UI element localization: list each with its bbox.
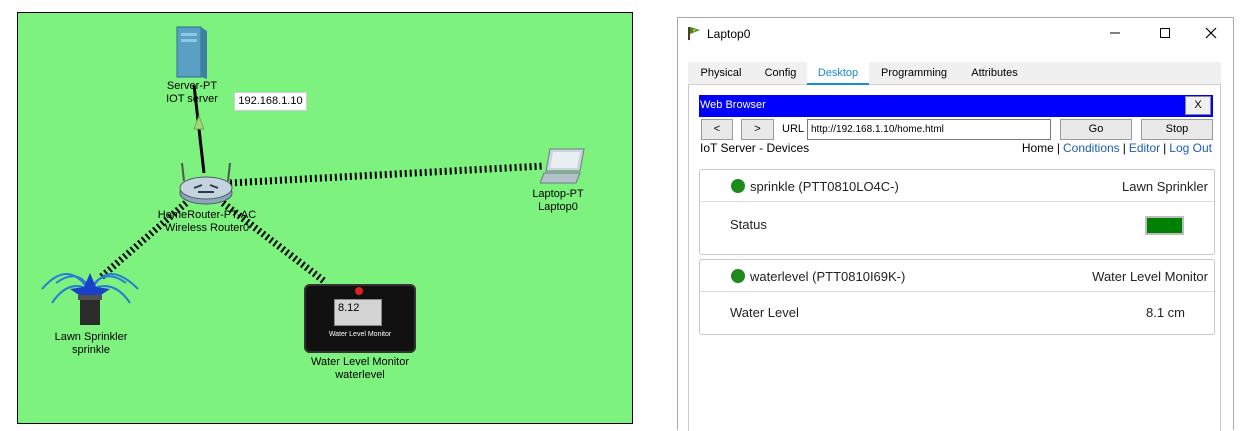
- router-label: HomeRouter-PT-AC Wireless Router0: [157, 209, 257, 234]
- page-nav: Home | Conditions | Editor | Log Out: [1021, 141, 1212, 155]
- tab-desktop[interactable]: Desktop: [807, 62, 869, 86]
- tab-physical[interactable]: Physical: [688, 62, 754, 85]
- laptop-label: Laptop-PT Laptop0: [532, 188, 584, 213]
- nav-logout-link[interactable]: Log Out: [1169, 141, 1212, 155]
- back-button[interactable]: <: [701, 119, 733, 140]
- device-type: Lawn Sprinkler: [1122, 179, 1208, 194]
- water-level-monitor-device[interactable]: 8.12 Water Level Monitor: [304, 284, 416, 353]
- nav-conditions-link[interactable]: Conditions: [1063, 141, 1120, 155]
- online-status-icon: [731, 179, 745, 193]
- go-button[interactable]: Go: [1060, 119, 1132, 140]
- browser-close-button[interactable]: X: [1185, 96, 1211, 115]
- device-panel-header[interactable]: waterlevel (PTT0810I69K-) Water Level Mo…: [700, 260, 1214, 292]
- link-arrow-icon: [193, 114, 205, 130]
- water-monitor-label: Water Level Monitor waterlevel: [310, 356, 410, 381]
- forward-button[interactable]: >: [741, 119, 774, 140]
- url-input[interactable]: [807, 119, 1051, 140]
- device-property-label: Water Level: [730, 305, 799, 320]
- device-panel-sprinkle[interactable]: sprinkle (PTT0810LO4C-) Lawn Sprinkler S…: [699, 169, 1215, 255]
- ip-address-label: 192.168.1.10: [234, 92, 307, 111]
- wireless-router-icon: [179, 162, 233, 205]
- status-indicator: [1145, 216, 1184, 235]
- device-type: Water Level Monitor: [1092, 269, 1208, 284]
- device-name: waterlevel (PTT0810I69K-): [750, 269, 906, 284]
- sprinkler-device[interactable]: [38, 259, 142, 336]
- server-label: Server-PT IOT server: [166, 80, 218, 105]
- device-panel-waterlevel[interactable]: waterlevel (PTT0810I69K-) Water Level Mo…: [699, 259, 1215, 335]
- device-property-value: 8.1 cm: [1145, 305, 1185, 320]
- server-device[interactable]: [175, 25, 209, 86]
- device-property-label: Status: [730, 217, 767, 232]
- tab-programming[interactable]: Programming: [869, 62, 959, 85]
- nav-home-link[interactable]: Home: [1022, 141, 1054, 155]
- window-title: Laptop0: [707, 27, 751, 41]
- close-icon: [1205, 27, 1217, 39]
- close-button[interactable]: [1189, 22, 1233, 44]
- maximize-icon: [1160, 28, 1170, 38]
- url-label: URL: [782, 123, 805, 135]
- laptop-window: Laptop0 Physical Config Desktop Programm…: [677, 17, 1234, 431]
- desktop-panel: Web Browser X < > URL Go Stop IoT Server…: [688, 85, 1221, 431]
- minimize-button[interactable]: [1093, 22, 1137, 44]
- sprinkler-label: Lawn Sprinkler sprinkle: [54, 331, 128, 356]
- packet-tracer-app-icon: [688, 27, 700, 40]
- lawn-sprinkler-icon: [41, 273, 139, 325]
- stop-button[interactable]: Stop: [1141, 119, 1213, 140]
- window-titlebar[interactable]: Laptop0: [678, 18, 1233, 48]
- device-panel-header[interactable]: sprinkle (PTT0810LO4C-) Lawn Sprinkler: [700, 170, 1214, 202]
- nav-editor-link[interactable]: Editor: [1129, 141, 1160, 155]
- status-led-icon: [355, 287, 363, 295]
- monitor-screen: 8.12: [334, 299, 382, 326]
- online-status-icon: [731, 269, 745, 283]
- laptop-device[interactable]: [539, 147, 586, 192]
- topology-canvas[interactable]: Server-PT IOT server 192.168.1.10 HomeRo…: [17, 12, 633, 424]
- page-heading: IoT Server - Devices: [700, 141, 810, 155]
- tab-bar: Physical Config Desktop Programming Attr…: [688, 62, 1221, 86]
- web-browser-title: Web Browser: [700, 99, 766, 111]
- server-icon: [176, 26, 207, 79]
- web-browser-titlebar: Web Browser X: [699, 95, 1213, 117]
- laptop-icon: [539, 148, 585, 184]
- link-router-laptop: [229, 162, 544, 187]
- minimize-icon: [1110, 32, 1120, 34]
- tab-config[interactable]: Config: [754, 62, 807, 85]
- tab-attributes[interactable]: Attributes: [959, 62, 1030, 85]
- router-device[interactable]: [178, 161, 234, 212]
- monitor-caption: Water Level Monitor: [328, 331, 392, 338]
- maximize-button[interactable]: [1143, 22, 1187, 44]
- device-name: sprinkle (PTT0810LO4C-): [750, 179, 899, 194]
